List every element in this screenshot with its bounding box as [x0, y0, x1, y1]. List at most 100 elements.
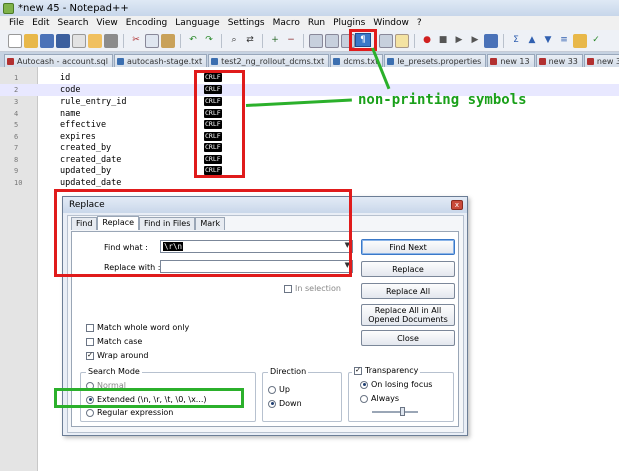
search-mode-regex-radio[interactable]: Regular expression	[86, 408, 173, 417]
editor-line[interactable]: 9 updated_by CRLF	[0, 165, 619, 177]
wrap-around-label: Wrap around	[97, 351, 149, 360]
match-case-label: Match case	[97, 337, 143, 346]
replace-all-opened-button[interactable]: Replace All in All Opened Documents	[361, 304, 455, 326]
document-tab[interactable]: le_presets.properties	[384, 54, 487, 67]
menu-edit[interactable]: Edit	[29, 18, 54, 28]
editor-line[interactable]: 5 effective CRLF	[0, 119, 619, 131]
direction-down-radio[interactable]: Down	[268, 399, 302, 408]
match-whole-word-label: Match whole word only	[97, 323, 190, 332]
match-case-checkbox[interactable]: Match case	[86, 337, 142, 346]
menu-window[interactable]: Window	[370, 18, 414, 28]
checkmark-icon: ✓	[354, 366, 362, 375]
save-all-icon[interactable]	[56, 33, 70, 48]
menu-search[interactable]: Search	[55, 18, 94, 28]
replace-icon[interactable]: ⇄	[243, 34, 257, 48]
show-all-characters-icon[interactable]: ¶	[355, 33, 371, 47]
match-whole-word-checkbox[interactable]: Match whole word only	[86, 323, 189, 332]
undo-icon[interactable]: ↶	[186, 34, 200, 48]
line-number: 6	[14, 132, 19, 141]
editor-line[interactable]: 4 name CRLF	[0, 108, 619, 120]
document-tab[interactable]: autocash-stage.txt	[113, 54, 208, 67]
compare-icon[interactable]: ≡	[557, 34, 571, 48]
line-text: updated_by	[60, 165, 112, 176]
tab-label: test2_ng_rollout_dcms.txt	[221, 56, 325, 66]
close-button[interactable]: Close	[361, 330, 455, 346]
wrap-around-checkbox[interactable]: ✓ Wrap around	[86, 351, 149, 360]
direction-title: Direction	[268, 367, 309, 376]
line-number: 10	[14, 178, 23, 187]
toolbar-separator	[503, 33, 504, 48]
tab-saved-icon	[116, 57, 124, 65]
macro-stop-icon[interactable]: ■	[436, 34, 450, 48]
document-tab[interactable]: new 34	[583, 54, 619, 67]
user-lang-icon[interactable]	[395, 33, 409, 48]
macro-play-multiple-icon[interactable]: ▶	[468, 34, 482, 48]
sync-vertical-icon[interactable]	[309, 33, 323, 48]
document-tab[interactable]: new 13	[487, 54, 535, 67]
editor-line[interactable]: 1 id CRLF	[0, 72, 619, 84]
function-list-icon[interactable]: Σ	[509, 34, 523, 48]
copy-icon[interactable]	[145, 33, 159, 48]
document-tab[interactable]: test2_ng_rollout_dcms.txt	[208, 54, 330, 67]
transparency-slider-track[interactable]	[372, 411, 418, 413]
redo-icon[interactable]: ↷	[202, 34, 216, 48]
menu-plugins[interactable]: Plugins	[330, 18, 370, 28]
transparency-checkbox[interactable]: ✓ Transparency	[352, 366, 421, 375]
editor-line[interactable]: 6 expires CRLF	[0, 131, 619, 143]
menu-file[interactable]: File	[6, 18, 29, 28]
editor-line[interactable]: 8 created_date CRLF	[0, 154, 619, 166]
line-text: code	[60, 84, 81, 95]
line-text: effective	[60, 119, 107, 130]
plugin-icon[interactable]	[573, 33, 587, 48]
tab-saved-icon	[333, 57, 341, 65]
transparency-slider-handle[interactable]	[400, 407, 405, 416]
save-icon[interactable]	[40, 33, 54, 48]
menu-language[interactable]: Language	[172, 18, 224, 28]
direction-up-radio[interactable]: Up	[268, 385, 290, 394]
replace-all-button[interactable]: Replace All	[361, 283, 455, 299]
menu-encoding[interactable]: Encoding	[123, 18, 172, 28]
sync-horizontal-icon[interactable]	[325, 33, 339, 48]
menu-run[interactable]: Run	[305, 18, 330, 28]
zoom-in-icon[interactable]: +	[268, 34, 282, 48]
editor-line[interactable]: 7 created_by CRLF	[0, 142, 619, 154]
zoom-out-icon[interactable]: −	[284, 34, 298, 48]
radio-dot-selected	[360, 380, 368, 389]
move-down-icon[interactable]: ▼	[541, 34, 555, 48]
menu-macro[interactable]: Macro	[270, 18, 305, 28]
indent-guide-icon[interactable]	[379, 33, 393, 48]
down-label: Down	[279, 399, 302, 408]
new-file-icon[interactable]	[8, 33, 22, 48]
print-icon[interactable]	[104, 33, 118, 48]
radio-dot-selected	[268, 399, 276, 408]
close-all-icon[interactable]	[88, 33, 102, 48]
menu-help[interactable]: ?	[414, 18, 427, 28]
spell-check-icon[interactable]: ✓	[589, 34, 603, 48]
transparency-on-losing-focus-radio[interactable]: On losing focus	[360, 380, 432, 389]
transparency-always-radio[interactable]: Always	[360, 394, 399, 403]
document-tab[interactable]: Autocash - account.sql	[4, 54, 113, 67]
in-selection-checkbox[interactable]: In selection	[284, 284, 341, 293]
document-tab[interactable]: new 33	[535, 54, 583, 67]
line-number: 8	[14, 155, 19, 164]
tab-unsaved-icon	[538, 57, 546, 65]
move-up-icon[interactable]: ▲	[525, 34, 539, 48]
editor-line[interactable]: 10 updated_date	[0, 177, 619, 189]
tab-unsaved-icon	[586, 57, 594, 65]
cut-icon[interactable]: ✂	[129, 34, 143, 48]
paste-icon[interactable]	[161, 33, 175, 48]
macro-record-icon[interactable]: ●	[420, 34, 434, 48]
find-icon[interactable]: ⌕	[227, 34, 241, 48]
replace-button[interactable]: Replace	[361, 261, 455, 277]
find-next-button[interactable]: Find Next	[361, 239, 455, 255]
dialog-close-icon[interactable]: x	[451, 200, 463, 210]
menu-view[interactable]: View	[93, 18, 122, 28]
open-file-icon[interactable]	[24, 33, 38, 48]
toolbar: ✂ ↶ ↷ ⌕ ⇄ + − ● ■ ▶ ▶ Σ ▲ ▼ ≡ ✓	[0, 30, 619, 52]
macro-play-icon[interactable]: ▶	[452, 34, 466, 48]
macro-save-icon[interactable]	[484, 33, 498, 48]
menu-settings[interactable]: Settings	[225, 18, 270, 28]
line-text: expires	[60, 131, 96, 142]
close-icon[interactable]	[72, 33, 86, 48]
line-text: rule_entry_id	[60, 96, 127, 107]
